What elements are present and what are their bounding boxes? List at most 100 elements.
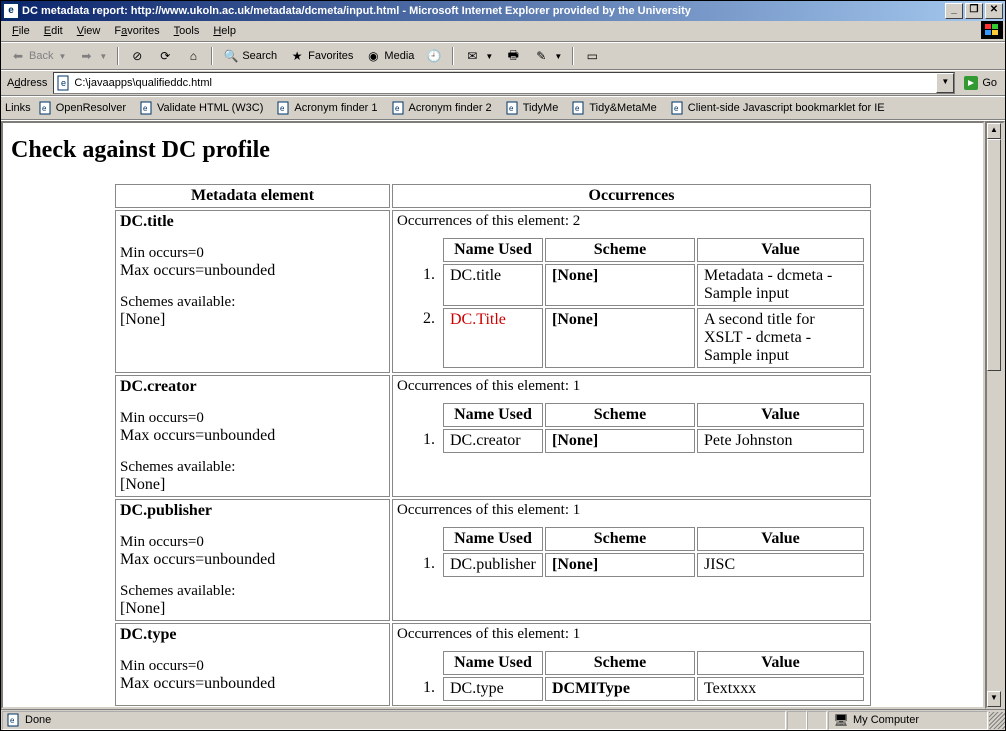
dc-row: DC.titleMin occurs=0Max occurs=unbounded…: [115, 210, 871, 373]
th-value: Value: [697, 238, 864, 262]
occurrence-table: Name UsedSchemeValue1.DC.title[None]Meta…: [397, 236, 866, 370]
minimize-button[interactable]: _: [945, 3, 963, 19]
svg-text:e: e: [61, 78, 66, 88]
menubar: File Edit View Favorites Tools Help: [1, 21, 1005, 42]
media-button[interactable]: ◉Media: [360, 46, 419, 66]
link-icon: e: [277, 101, 291, 115]
occurrence-count: Occurrences of this element: 1: [397, 502, 866, 519]
status-pane: [787, 711, 807, 730]
links-item[interactable]: eTidy&MetaMe: [566, 99, 662, 117]
search-label: Search: [242, 50, 277, 62]
page-title: Check against DC profile: [11, 137, 975, 164]
link-icon: e: [506, 101, 520, 115]
menu-favorites[interactable]: Favorites: [107, 23, 166, 39]
occurrence-value: Pete Johnston: [697, 429, 864, 453]
go-icon: [963, 75, 979, 91]
address-combo[interactable]: e ▼: [53, 72, 955, 94]
scroll-up-button[interactable]: ▲: [987, 123, 1001, 139]
separator: [452, 47, 454, 65]
forward-button[interactable]: ➡ ▼: [73, 46, 112, 66]
discuss-button[interactable]: ▭: [579, 46, 605, 66]
svg-text:e: e: [280, 104, 285, 113]
occurrence-number: 1.: [399, 553, 441, 577]
th-scheme: Scheme: [545, 527, 695, 551]
metadata-element-cell: DC.typeMin occurs=0Max occurs=unbounded: [115, 623, 390, 706]
links-item[interactable]: e Acronym finder 1: [271, 99, 383, 117]
home-button[interactable]: ⌂: [180, 46, 206, 66]
th-name-used: Name Used: [443, 651, 543, 675]
toolbar: ⬅ Back ▼ ➡ ▼ ⊘ ⟳ ⌂ 🔍Search ★Favorites ◉M…: [1, 42, 1005, 70]
occurrence-name: DC.publisher: [443, 553, 543, 577]
go-button[interactable]: Go: [959, 75, 1001, 91]
links-item[interactable]: eValidate HTML (W3C): [134, 99, 269, 117]
occurrence-value: Textxxx: [697, 677, 864, 701]
occurrence-count: Occurrences of this element: 1: [397, 378, 866, 395]
address-dropdown-icon[interactable]: ▼: [936, 73, 954, 93]
close-button[interactable]: ✕: [985, 3, 1003, 19]
menu-tools[interactable]: Tools: [167, 23, 207, 39]
occurrence-scheme: [None]: [545, 264, 695, 306]
link-icon: e: [39, 101, 53, 115]
links-item[interactable]: eTidyMe: [500, 99, 565, 117]
element-name: DC.type: [120, 626, 385, 644]
link-label: Acronym finder 1: [294, 102, 377, 114]
links-item[interactable]: e Client-side Javascript bookmarklet for …: [665, 99, 891, 117]
page-icon: e: [56, 75, 72, 91]
link-label: Acronym finder 2: [409, 102, 492, 114]
occurrence-scheme: DCMIType: [545, 677, 695, 701]
th-value: Value: [697, 651, 864, 675]
scroll-down-button[interactable]: ▼: [987, 691, 1001, 707]
element-name: DC.title: [120, 213, 385, 231]
menu-edit[interactable]: Edit: [37, 23, 70, 39]
maximize-button[interactable]: ❐: [965, 3, 983, 19]
search-button[interactable]: 🔍Search: [218, 46, 282, 66]
menu-file[interactable]: File: [5, 23, 37, 39]
history-button[interactable]: 🕘: [421, 46, 447, 66]
metadata-element-cell: DC.creatorMin occurs=0Max occurs=unbound…: [115, 375, 390, 497]
occurrence-count: Occurrences of this element: 1: [397, 626, 866, 643]
element-min: Min occurs=0: [120, 410, 385, 427]
app-icon: e: [3, 3, 19, 19]
address-input[interactable]: [74, 75, 936, 91]
separator: [572, 47, 574, 65]
occurrence-scheme: [None]: [545, 308, 695, 368]
occurrence-number: 2.: [399, 308, 441, 368]
element-max: Max occurs=unbounded: [120, 551, 385, 569]
link-icon: e: [140, 101, 154, 115]
links-item[interactable]: eAcronym finder 2: [386, 99, 498, 117]
links-item[interactable]: eOpenResolver: [33, 99, 132, 117]
occurrences-cell: Occurrences of this element: 1Name UsedS…: [392, 623, 871, 706]
resize-grip[interactable]: [989, 712, 1005, 729]
menu-help[interactable]: Help: [206, 23, 243, 39]
media-label: Media: [384, 50, 414, 62]
favorites-button[interactable]: ★Favorites: [284, 46, 358, 66]
stop-button[interactable]: ⊘: [124, 46, 150, 66]
refresh-button[interactable]: ⟳: [152, 46, 178, 66]
links-items: eOpenResolvereValidate HTML (W3C)eAcrony…: [33, 99, 891, 117]
th-name-used: Name Used: [443, 527, 543, 551]
edit-button[interactable]: ✎▼: [528, 46, 567, 66]
element-max: Max occurs=unbounded: [120, 262, 385, 280]
occurrence-row: 1.DC.title[None]Metadata - dcmeta - Samp…: [399, 264, 864, 306]
link-icon: e: [671, 101, 685, 115]
scroll-thumb[interactable]: [987, 139, 1001, 371]
mail-dropdown-icon: ▼: [485, 52, 493, 61]
svg-text:e: e: [143, 104, 148, 113]
page-content[interactable]: Check against DC profile Metadata elemen…: [1, 121, 985, 709]
print-button[interactable]: 🖶: [500, 46, 526, 66]
svg-text:e: e: [674, 104, 679, 113]
stop-icon: ⊘: [129, 48, 145, 64]
link-label: Client-side Javascript bookmarklet for I…: [688, 102, 885, 114]
vertical-scrollbar[interactable]: ▲ ▼: [985, 121, 1005, 709]
menu-view[interactable]: View: [70, 23, 108, 39]
window-title: DC metadata report: http://www.ukoln.ac.…: [22, 5, 945, 17]
th-metadata-element: Metadata element: [115, 184, 390, 208]
occurrence-name: DC.Title: [443, 308, 543, 368]
back-button[interactable]: ⬅ Back ▼: [5, 46, 71, 66]
link-label: OpenResolver: [56, 102, 126, 114]
edit-icon: ✎: [533, 48, 549, 64]
content-wrap: Check against DC profile Metadata elemen…: [1, 120, 1005, 709]
mail-button[interactable]: ✉▼: [459, 46, 498, 66]
occurrence-table: Name UsedSchemeValue1.DC.publisher[None]…: [397, 525, 866, 579]
occurrence-scheme: [None]: [545, 429, 695, 453]
